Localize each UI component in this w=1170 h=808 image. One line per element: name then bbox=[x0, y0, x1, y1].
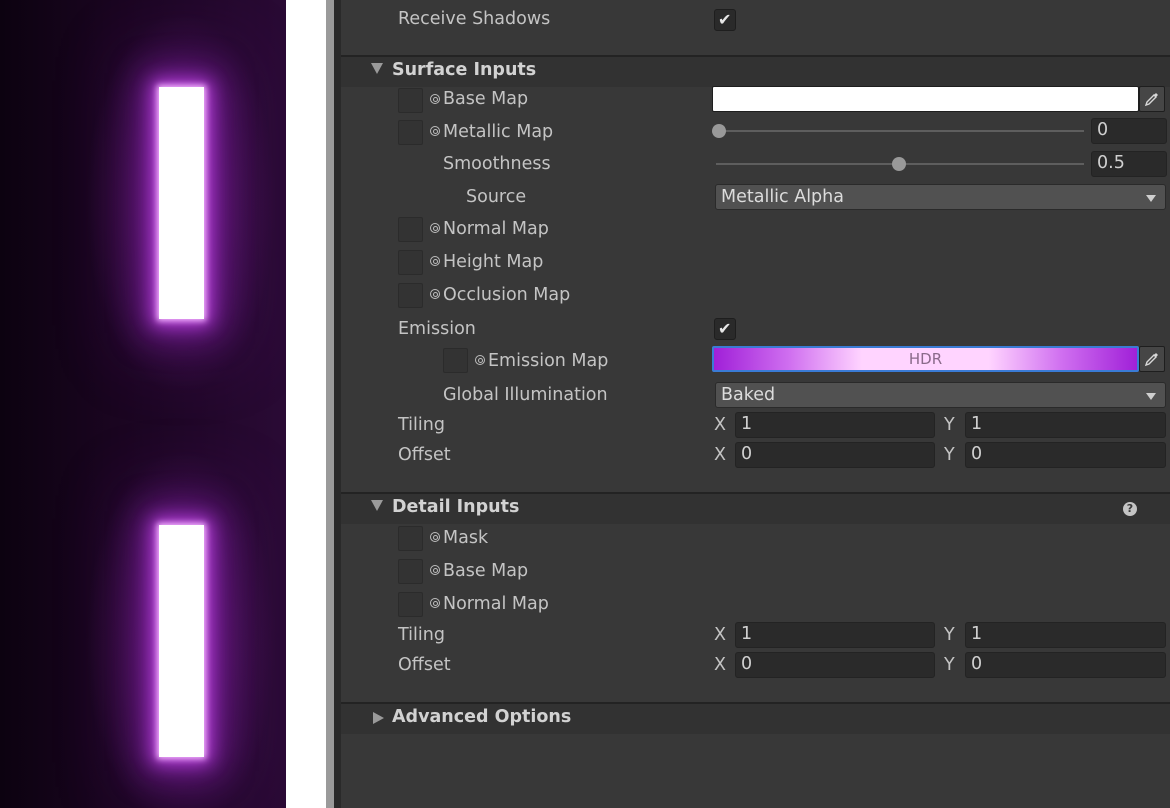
smoothness-value-field[interactable]: 0.5 bbox=[1091, 151, 1167, 177]
material-inspector: Receive Shadows ✔ Surface Inputs Base Ma… bbox=[341, 0, 1170, 808]
detail-offset-x-field[interactable]: 0 bbox=[735, 652, 935, 678]
checkmark-icon: ✔ bbox=[718, 10, 732, 29]
emission-checkbox[interactable]: ✔ bbox=[714, 318, 736, 340]
texture-picker-icon[interactable] bbox=[430, 126, 440, 136]
hdr-badge: HDR bbox=[908, 350, 943, 368]
detail-offset-label: Offset bbox=[398, 655, 451, 675]
detail-tiling-y-label: Y bbox=[944, 625, 955, 645]
offset-y-field[interactable]: 0 bbox=[965, 442, 1166, 468]
offset-x-field[interactable]: 0 bbox=[735, 442, 935, 468]
occlusion-map-label: Occlusion Map bbox=[443, 285, 571, 305]
detail-offset-x-label: X bbox=[714, 655, 726, 675]
detail-tiling-label: Tiling bbox=[398, 625, 445, 645]
emission-map-label: Emission Map bbox=[488, 351, 609, 371]
emission-hdr-color-field[interactable]: HDR bbox=[712, 346, 1139, 372]
foldout-closed-icon[interactable] bbox=[373, 712, 384, 724]
foldout-open-icon[interactable] bbox=[371, 63, 383, 74]
metallic-map-label: Metallic Map bbox=[443, 122, 554, 142]
height-map-label: Height Map bbox=[443, 252, 544, 272]
detail-normal-map-label: Normal Map bbox=[443, 594, 549, 614]
tiling-x-field[interactable]: 1 bbox=[735, 412, 935, 438]
texture-picker-icon[interactable] bbox=[430, 256, 440, 266]
mask-texture-slot[interactable] bbox=[398, 526, 423, 551]
detail-offset-y-label: Y bbox=[944, 655, 955, 675]
advanced-options-header[interactable]: Advanced Options bbox=[341, 704, 1170, 734]
offset-y-label: Y bbox=[944, 445, 955, 465]
texture-picker-icon[interactable] bbox=[430, 598, 440, 608]
panel-splitter[interactable] bbox=[326, 0, 334, 808]
normal-map-texture-slot[interactable] bbox=[398, 217, 423, 242]
eyedropper-icon bbox=[1144, 93, 1158, 107]
advanced-options-title: Advanced Options bbox=[392, 707, 572, 727]
global-illumination-dropdown[interactable]: Baked bbox=[715, 382, 1166, 408]
smoothness-slider-thumb[interactable] bbox=[892, 157, 906, 171]
texture-picker-icon[interactable] bbox=[430, 289, 440, 299]
base-map-color-field[interactable] bbox=[712, 86, 1139, 112]
metallic-map-texture-slot[interactable] bbox=[398, 120, 423, 145]
detail-tiling-x-label: X bbox=[714, 625, 726, 645]
scene-view[interactable] bbox=[0, 0, 286, 808]
detail-normal-map-texture-slot[interactable] bbox=[398, 592, 423, 617]
inspector-border bbox=[334, 0, 341, 808]
detail-tiling-x-field[interactable]: 1 bbox=[735, 622, 935, 648]
global-illumination-value: Baked bbox=[721, 385, 776, 405]
emissive-light-bar-top bbox=[159, 87, 204, 319]
metallic-value-field[interactable]: 0 bbox=[1091, 118, 1167, 144]
emission-label: Emission bbox=[398, 319, 476, 339]
panel-gap bbox=[286, 0, 326, 808]
detail-base-map-label: Base Map bbox=[443, 561, 529, 581]
normal-map-label: Normal Map bbox=[443, 219, 549, 239]
eyedropper-icon bbox=[1144, 353, 1158, 367]
detail-offset-y-field[interactable]: 0 bbox=[965, 652, 1166, 678]
metallic-slider-thumb[interactable] bbox=[712, 124, 726, 138]
offset-x-label: X bbox=[714, 445, 726, 465]
texture-picker-icon[interactable] bbox=[475, 355, 485, 365]
receive-shadows-checkbox[interactable]: ✔ bbox=[714, 9, 736, 31]
detail-base-map-texture-slot[interactable] bbox=[398, 559, 423, 584]
chevron-down-icon bbox=[1146, 393, 1156, 400]
base-map-texture-slot[interactable] bbox=[398, 88, 423, 113]
source-label: Source bbox=[466, 187, 527, 207]
base-map-eyedropper[interactable] bbox=[1139, 86, 1165, 112]
height-map-texture-slot[interactable] bbox=[398, 250, 423, 275]
texture-picker-icon[interactable] bbox=[430, 565, 440, 575]
surface-inputs-header[interactable]: Surface Inputs bbox=[341, 57, 1170, 87]
detail-inputs-title: Detail Inputs bbox=[392, 497, 520, 517]
foldout-open-icon[interactable] bbox=[371, 500, 383, 511]
tiling-y-label: Y bbox=[944, 415, 955, 435]
tiling-label: Tiling bbox=[398, 415, 445, 435]
base-map-label: Base Map bbox=[443, 89, 529, 109]
checkmark-icon: ✔ bbox=[718, 319, 732, 338]
mask-label: Mask bbox=[443, 528, 489, 548]
emissive-light-bar-bottom bbox=[159, 525, 204, 757]
global-illumination-label: Global Illumination bbox=[443, 385, 608, 405]
receive-shadows-label: Receive Shadows bbox=[398, 9, 551, 29]
tiling-x-label: X bbox=[714, 415, 726, 435]
surface-inputs-title: Surface Inputs bbox=[392, 60, 537, 80]
chevron-down-icon bbox=[1146, 195, 1156, 202]
smoothness-label: Smoothness bbox=[443, 154, 551, 174]
detail-inputs-header[interactable]: Detail Inputs ? bbox=[341, 494, 1170, 524]
offset-label: Offset bbox=[398, 445, 451, 465]
texture-picker-icon[interactable] bbox=[430, 532, 440, 542]
tiling-y-field[interactable]: 1 bbox=[965, 412, 1166, 438]
metallic-slider-track[interactable] bbox=[716, 130, 1084, 132]
help-icon[interactable]: ? bbox=[1123, 502, 1137, 516]
occlusion-map-texture-slot[interactable] bbox=[398, 283, 423, 308]
emission-eyedropper[interactable] bbox=[1139, 346, 1165, 372]
texture-picker-icon[interactable] bbox=[430, 94, 440, 104]
source-dropdown[interactable]: Metallic Alpha bbox=[715, 184, 1166, 210]
detail-tiling-y-field[interactable]: 1 bbox=[965, 622, 1166, 648]
emission-map-texture-slot[interactable] bbox=[443, 348, 468, 373]
texture-picker-icon[interactable] bbox=[430, 223, 440, 233]
source-dropdown-value: Metallic Alpha bbox=[721, 187, 844, 207]
